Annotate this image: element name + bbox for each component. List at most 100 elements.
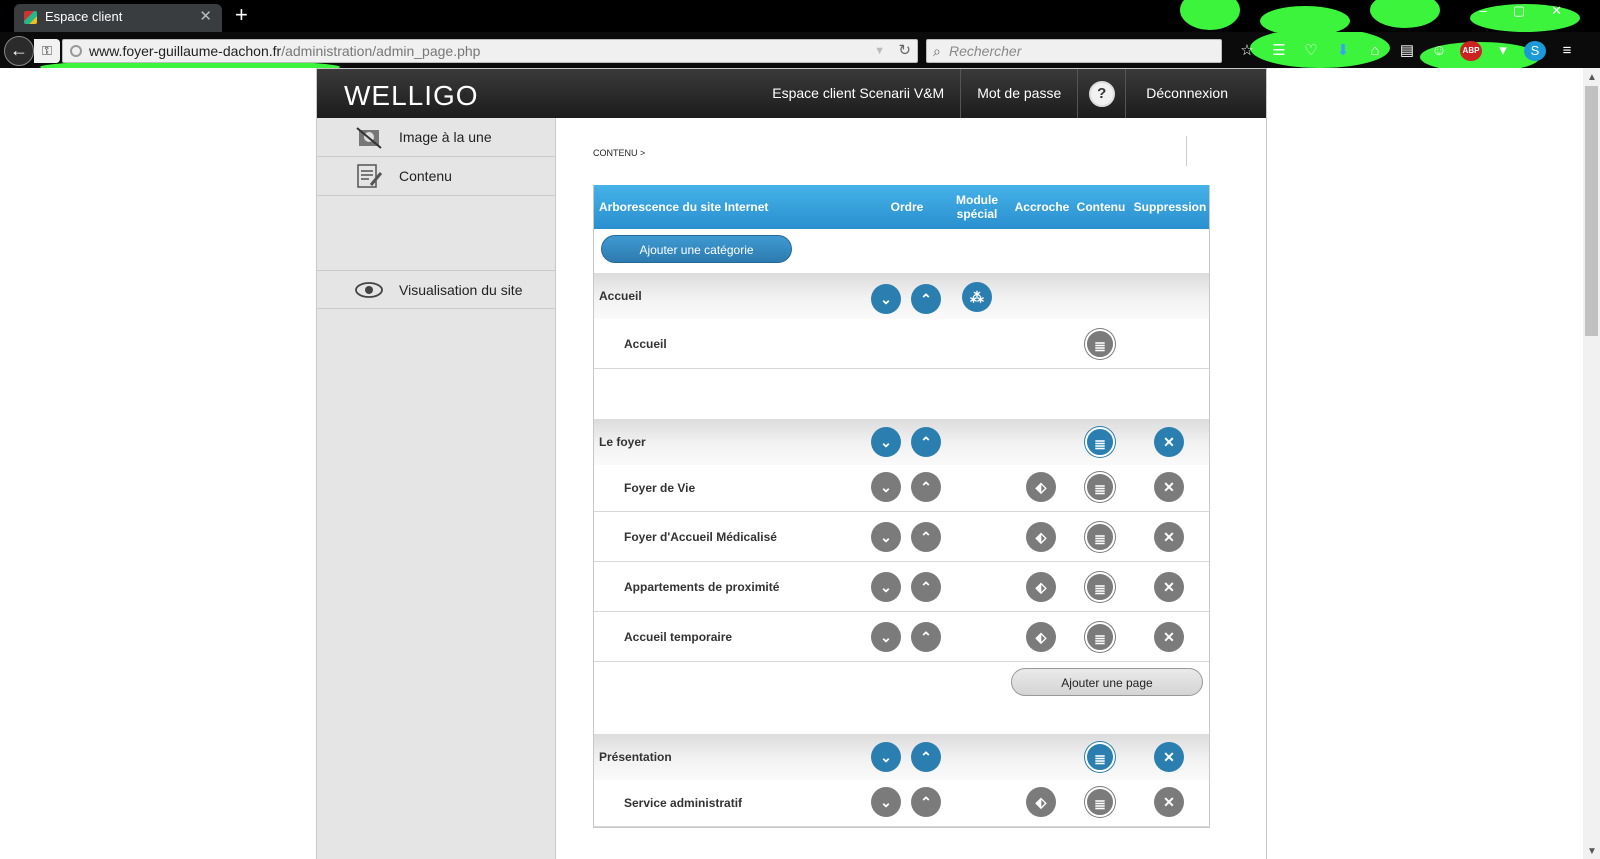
home-icon[interactable]: ⌂ <box>1364 41 1386 61</box>
password-link[interactable]: Mot de passe <box>961 69 1079 118</box>
sidebar-item-featured-image[interactable]: Image à la une <box>317 118 555 157</box>
delete-icon[interactable]: ✕ <box>1154 522 1184 552</box>
extension-icon[interactable]: ▤ <box>1396 41 1418 61</box>
page-name: Foyer d'Accueil Médicalisé <box>624 529 777 544</box>
scroll-up-icon[interactable]: ▲ <box>1587 72 1597 83</box>
top-nav: Espace client Scenarii V&M Mot de passe … <box>756 69 1266 118</box>
add-page-button[interactable]: Ajouter une page <box>1011 668 1203 696</box>
edit-content-icon[interactable]: ≣ <box>1085 472 1115 502</box>
globe-icon <box>70 45 82 57</box>
move-down-icon[interactable]: ⌄ <box>871 742 901 772</box>
pocket-icon[interactable]: ♡ <box>1300 41 1322 61</box>
move-up-icon[interactable]: ⌃ <box>911 472 941 502</box>
page-row: Appartements de proximité ⌄ ⌃ ⬖ ≣ ✕ <box>594 562 1209 612</box>
sidebar-item-label: Image à la une <box>399 129 492 145</box>
hook-tag-icon[interactable]: ⬖ <box>1026 787 1056 817</box>
page-scrollbar[interactable]: ▲ ▼ <box>1583 68 1600 859</box>
scroll-down-icon[interactable]: ▼ <box>1587 846 1597 857</box>
delete-icon[interactable]: ✕ <box>1154 787 1184 817</box>
bookmark-star-icon[interactable]: ☆ <box>1236 41 1258 61</box>
admin-page: WELLIGO Espace client Scenarii V&M Mot d… <box>316 68 1267 859</box>
reading-list-icon[interactable]: ☰ <box>1268 41 1290 61</box>
browser-tab[interactable]: Espace client ✕ <box>14 4 222 32</box>
download-icon[interactable]: ⬇ <box>1332 41 1354 61</box>
move-down-icon[interactable]: ⌄ <box>871 284 901 314</box>
sidebar-item-content[interactable]: Contenu <box>317 157 555 196</box>
delete-icon[interactable]: ✕ <box>1154 572 1184 602</box>
hook-tag-icon[interactable]: ⬖ <box>1026 572 1056 602</box>
move-up-icon[interactable]: ⌃ <box>911 572 941 602</box>
scroll-thumb[interactable] <box>1585 86 1598 336</box>
logout-link[interactable]: Déconnexion <box>1126 69 1266 118</box>
category-name: Présentation <box>599 750 672 764</box>
edit-content-icon[interactable]: ≣ <box>1085 787 1115 817</box>
breadcrumb-divider <box>1186 136 1187 166</box>
delete-icon[interactable]: ✕ <box>1154 742 1184 772</box>
new-tab-button[interactable]: + <box>235 2 248 28</box>
skype-icon[interactable]: S <box>1524 41 1546 61</box>
menu-icon[interactable]: ≡ <box>1556 41 1578 61</box>
move-up-icon[interactable]: ⌃ <box>911 427 941 457</box>
back-icon[interactable]: ← <box>4 36 34 66</box>
page-row: Accueil temporaire ⌄ ⌃ ⬖ ≣ ✕ <box>594 612 1209 662</box>
url-dropdown-icon[interactable]: ▼ <box>874 40 885 62</box>
move-down-icon[interactable]: ⌄ <box>871 522 901 552</box>
hook-tag-icon[interactable]: ⬖ <box>1026 522 1056 552</box>
move-down-icon[interactable]: ⌄ <box>871 427 901 457</box>
browser-nav-bar: ← ⚿ www.foyer-guillaume-dachon.fr/admini… <box>0 32 1600 68</box>
window-controls[interactable]: –▢✕ <box>1480 3 1588 19</box>
col-module-header: Module spécial <box>956 193 998 221</box>
adblock-dropdown-icon[interactable]: ▾ <box>1492 41 1514 61</box>
sidebar-item-visualize[interactable]: Visualisation du site <box>317 270 555 309</box>
close-tab-icon[interactable]: ✕ <box>199 4 212 30</box>
move-down-icon[interactable]: ⌄ <box>871 622 901 652</box>
edit-content-icon[interactable]: ≣ <box>1085 572 1115 602</box>
category-row: Accueil ⌄ ⌃ ⁂ <box>594 273 1209 319</box>
move-up-icon[interactable]: ⌃ <box>911 284 941 314</box>
eye-icon <box>355 282 383 298</box>
breadcrumb[interactable]: CONTENU > <box>593 148 645 158</box>
category-name: Accueil <box>599 289 642 303</box>
search-bar[interactable]: ⌕ Rechercher <box>926 39 1222 63</box>
page-name: Accueil <box>624 336 667 351</box>
smiley-icon[interactable]: ☺ <box>1428 41 1450 61</box>
reload-icon[interactable]: ↻ <box>898 40 911 62</box>
page-name: Accueil temporaire <box>624 629 733 644</box>
module-share-icon[interactable]: ⁂ <box>962 282 992 312</box>
move-up-icon[interactable]: ⌃ <box>911 622 941 652</box>
delete-icon[interactable]: ✕ <box>1154 472 1184 502</box>
move-down-icon[interactable]: ⌄ <box>871 787 901 817</box>
page-row: Accueil ≣ <box>594 319 1209 369</box>
site-identity-icon[interactable]: ⚿ <box>34 39 60 63</box>
delete-icon[interactable]: ✕ <box>1154 427 1184 457</box>
toolbar-icons: ☆ ☰ ♡ ⬇ ⌂ ▤ ☺ ABP ▾ S ≡ <box>1236 41 1578 61</box>
hook-tag-icon[interactable]: ⬖ <box>1026 622 1056 652</box>
url-bar[interactable]: www.foyer-guillaume-dachon.fr/administra… <box>62 39 918 63</box>
col-tree-header: Arborescence du site Internet <box>599 200 769 214</box>
move-up-icon[interactable]: ⌃ <box>911 522 941 552</box>
move-down-icon[interactable]: ⌄ <box>871 572 901 602</box>
move-down-icon[interactable]: ⌄ <box>871 472 901 502</box>
page-row: Foyer de Vie ⌄ ⌃ ⬖ ≣ ✕ <box>594 465 1209 512</box>
edit-content-icon[interactable]: ≣ <box>1085 622 1115 652</box>
search-placeholder: Rechercher <box>949 43 1022 59</box>
adblock-icon[interactable]: ABP <box>1460 41 1482 61</box>
edit-content-icon[interactable]: ≣ <box>1085 329 1115 359</box>
edit-content-icon[interactable]: ≣ <box>1085 522 1115 552</box>
move-up-icon[interactable]: ⌃ <box>911 787 941 817</box>
welligo-logo[interactable]: WELLIGO <box>344 81 479 111</box>
sidebar-item-label: Contenu <box>399 168 452 184</box>
hook-tag-icon[interactable]: ⬖ <box>1026 472 1056 502</box>
edit-content-icon[interactable]: ≣ <box>1085 427 1115 457</box>
move-up-icon[interactable]: ⌃ <box>911 742 941 772</box>
add-page-row: Ajouter une page <box>594 662 1209 734</box>
help-button[interactable]: ? <box>1078 69 1127 118</box>
url-path: /administration/admin_page.php <box>281 43 481 59</box>
col-content-header: Contenu <box>1076 200 1126 214</box>
top-bar: WELLIGO Espace client Scenarii V&M Mot d… <box>317 69 1266 118</box>
client-space-link[interactable]: Espace client Scenarii V&M <box>756 69 962 118</box>
edit-content-icon[interactable]: ≣ <box>1085 742 1115 772</box>
delete-icon[interactable]: ✕ <box>1154 622 1184 652</box>
category-row: Le foyer ⌄ ⌃ ≣ ✕ <box>594 419 1209 465</box>
add-category-button[interactable]: Ajouter une catégorie <box>601 235 792 263</box>
